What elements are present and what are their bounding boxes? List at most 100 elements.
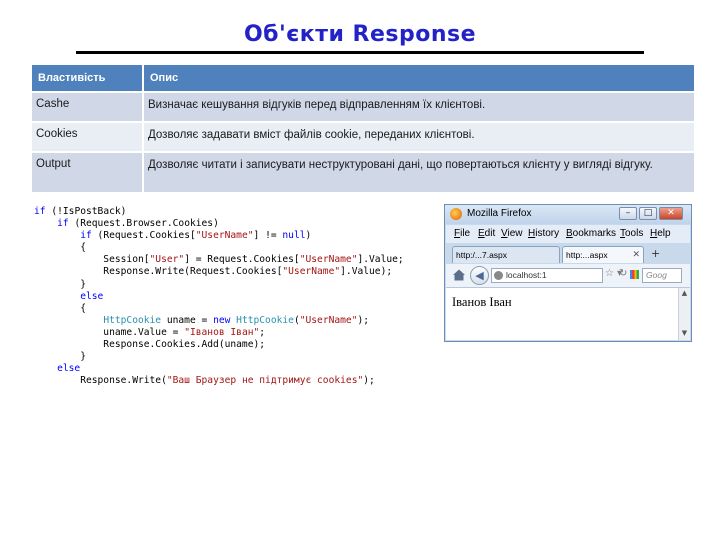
browser-titlebar: Mozilla Firefox – □ ✕: [445, 205, 691, 224]
code-token: "UserName": [299, 314, 358, 326]
page-content: Іванов Іван: [446, 288, 678, 340]
menu-tools[interactable]: Tools: [620, 228, 643, 239]
code-line: }: [34, 351, 404, 363]
code-token: "User": [149, 254, 185, 266]
back-arrow-icon[interactable]: ◀: [470, 266, 489, 285]
table-row: Output Дозволяє читати і записувати нест…: [32, 151, 694, 192]
reload-icon[interactable]: ↻: [619, 268, 627, 279]
globe-icon: [494, 271, 503, 280]
property-description: Дозволяє читати і записувати неструктуро…: [143, 151, 694, 192]
close-button[interactable]: ✕: [659, 207, 683, 220]
tab-2[interactable]: http:...aspx ✕: [562, 246, 644, 263]
menu-help[interactable]: Help: [650, 228, 671, 239]
code-token: HttpCookie: [103, 314, 162, 326]
code-token: (!IsPostBack): [45, 206, 127, 217]
code-token: if: [80, 230, 92, 242]
search-input[interactable]: Goog: [642, 268, 682, 283]
firefox-logo-icon: [450, 208, 462, 220]
new-tab-button[interactable]: +: [651, 247, 660, 260]
google-icon: [630, 270, 639, 279]
code-line: if (Request.Browser.Cookies): [34, 218, 404, 230]
code-line: else: [34, 363, 404, 375]
table-row: Cashe Визначає кешування відгуків перед …: [32, 91, 694, 122]
code-listing: if (!IsPostBack) if (Request.Browser.Coo…: [34, 206, 404, 387]
property-description: Дозволяє задавати вміст файлів cookie, п…: [143, 121, 694, 152]
vertical-scrollbar[interactable]: ▲ ▼: [678, 288, 690, 340]
tab-close-icon[interactable]: ✕: [632, 249, 640, 260]
header-property: Властивість: [32, 65, 144, 92]
code-token: {: [34, 302, 86, 314]
menu-view[interactable]: View: [501, 228, 523, 239]
menu-edit[interactable]: Edit: [478, 228, 495, 239]
code-line: {: [34, 242, 404, 254]
property-description: Визначає кешування відгуків перед відпра…: [143, 91, 694, 122]
code-token: );: [357, 314, 370, 326]
code-token: ].Value;: [357, 254, 404, 266]
property-name: Cashe: [32, 91, 144, 122]
tab-1[interactable]: http:/...7.aspx: [452, 246, 560, 263]
maximize-button[interactable]: □: [639, 207, 657, 220]
menu-history[interactable]: History: [528, 228, 559, 239]
code-token: ] !=: [253, 230, 283, 242]
navigation-bar: ◀ localhost:1 ☆ ▾ ↻ Goog: [446, 264, 690, 288]
code-token: );: [363, 375, 375, 387]
code-line: HttpCookie uname = new HttpCookie("UserN…: [34, 315, 404, 327]
code-token: if: [57, 218, 69, 230]
home-icon[interactable]: [452, 268, 466, 282]
code-token: (Request.Browser.Cookies): [68, 218, 219, 230]
address-bar[interactable]: localhost:1: [491, 268, 603, 283]
code-token: }: [34, 278, 86, 290]
menu-bookmarks[interactable]: Bookmarks: [566, 228, 616, 239]
code-token: else: [80, 290, 104, 302]
browser-window: Mozilla Firefox – □ ✕ File Edit View His…: [444, 204, 692, 342]
menu-bar: File Edit View History Bookmarks Tools H…: [446, 225, 690, 243]
url-text: localhost:1: [506, 270, 547, 280]
code-line: {: [34, 303, 404, 315]
properties-table: Властивість Опис Cashe Визначає кешуванн…: [32, 65, 694, 192]
code-line: Response.Write(Request.Cookies["UserName…: [34, 266, 404, 278]
code-line: }: [34, 279, 404, 291]
code-token: {: [34, 242, 86, 254]
code-line: if (!IsPostBack): [34, 206, 404, 218]
window-title: Mozilla Firefox: [467, 208, 532, 219]
property-name: Cookies: [32, 121, 144, 152]
scroll-up-icon[interactable]: ▲: [680, 289, 689, 297]
code-token: "UserName": [195, 230, 254, 242]
scroll-down-icon[interactable]: ▼: [680, 329, 689, 337]
tab-bar: http:/...7.aspx http:...aspx ✕ +: [446, 243, 690, 264]
property-name: Output: [32, 151, 144, 192]
code-line: uname.Value = "Іванов Іван";: [34, 327, 404, 339]
code-token: }: [34, 351, 86, 363]
code-line: Response.Cookies.Add(uname);: [34, 339, 404, 351]
slide-title: Об'єкти Response: [243, 22, 477, 47]
minimize-button[interactable]: –: [619, 207, 637, 220]
code-token: (Request.Cookies[: [91, 230, 196, 242]
tab-1-label: http:/...7.aspx: [456, 250, 508, 260]
code-token: ;: [259, 326, 266, 338]
code-token: ].Value);: [340, 266, 393, 278]
code-token: Response.Write(: [34, 375, 167, 387]
code-token: Session[: [34, 254, 150, 266]
code-line: if (Request.Cookies["UserName"] != null): [34, 230, 404, 242]
code-token: HttpCookie: [236, 314, 294, 326]
code-token: "UserName": [282, 266, 341, 278]
code-token: ): [305, 230, 312, 242]
code-token: Response.Write(Request.Cookies[: [34, 266, 283, 278]
code-token: null: [282, 230, 306, 242]
code-line: Session["User"] = Request.Cookies["UserN…: [34, 254, 404, 266]
menu-file[interactable]: File: [454, 228, 470, 239]
code-token: if: [34, 206, 46, 217]
title-underline: [76, 51, 644, 54]
code-token: uname.Value =: [34, 326, 185, 338]
code-token: "UserName": [299, 254, 358, 266]
table-header-row: Властивість Опис: [32, 65, 694, 92]
code-token: else: [57, 363, 81, 375]
code-line: Response.Write("Ваш Браузер не підтримує…: [34, 375, 404, 387]
code-token: uname =: [161, 314, 214, 326]
code-token: "Іванов Іван": [184, 326, 260, 338]
